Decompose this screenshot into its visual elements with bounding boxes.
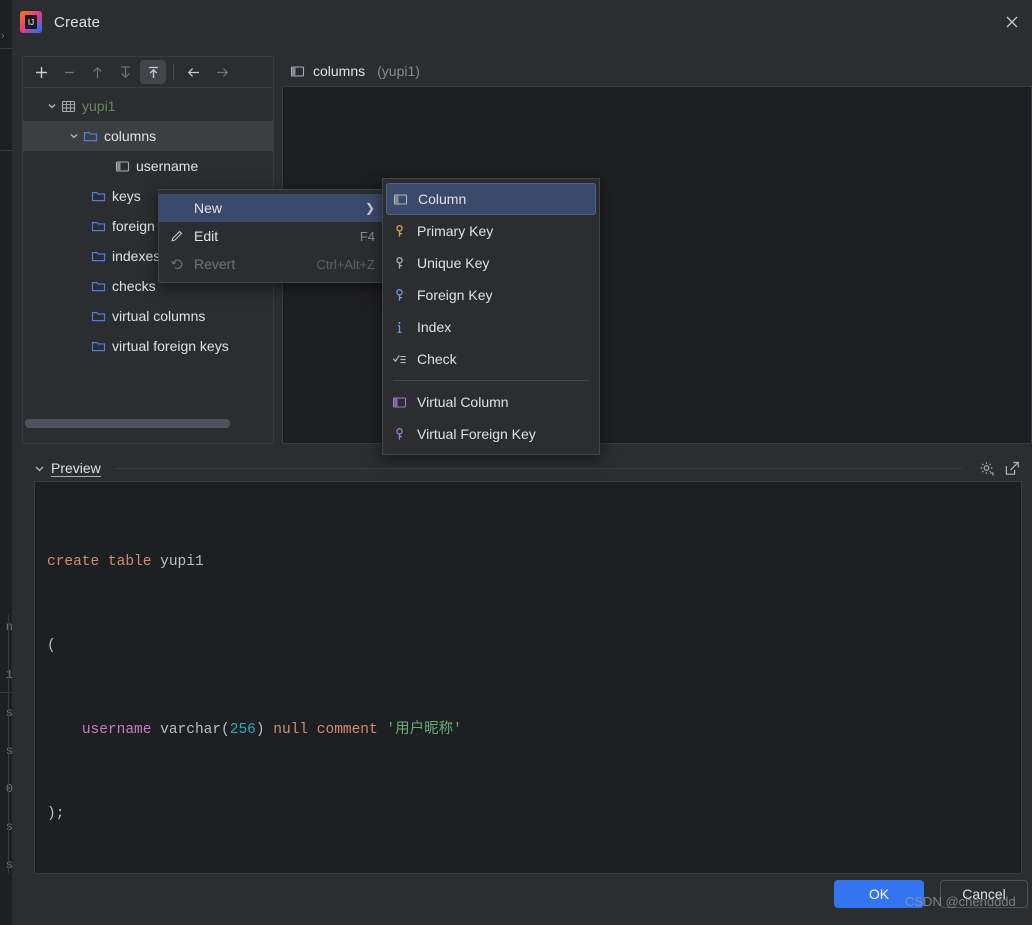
- forward-button[interactable]: [209, 60, 235, 84]
- menu-item-label: Edit: [194, 228, 219, 244]
- dialog-footer: OK Cancel: [12, 875, 1032, 925]
- preview-header: Preview: [34, 457, 1022, 479]
- revert-icon: [169, 257, 185, 271]
- folder-icon: [83, 129, 98, 144]
- folder-icon: [91, 189, 106, 204]
- submenu-item-label: Index: [417, 319, 452, 335]
- table-icon: [61, 99, 76, 114]
- toolbar-divider: [173, 64, 174, 80]
- tree-node-username[interactable]: username: [23, 151, 273, 181]
- tree-node-label: virtual foreign keys: [112, 338, 229, 354]
- unique-key-icon: [391, 256, 407, 271]
- tree-horizontal-scrollbar[interactable]: [23, 415, 273, 431]
- submenu-item-unique-key[interactable]: Unique Key: [383, 247, 599, 279]
- tree-node-label: keys: [112, 188, 141, 204]
- menu-item-revert[interactable]: Revert Ctrl+Alt+Z: [159, 250, 383, 278]
- remove-button[interactable]: [56, 60, 82, 84]
- close-icon[interactable]: [996, 6, 1028, 38]
- sql-line: );: [47, 806, 65, 822]
- cancel-button[interactable]: Cancel: [940, 880, 1028, 908]
- move-down-button[interactable]: [112, 60, 138, 84]
- folder-icon: [91, 309, 106, 324]
- tree-node-label: username: [136, 158, 199, 174]
- preview-title[interactable]: Preview: [51, 460, 101, 477]
- tree-node-label: yupi1: [82, 98, 116, 114]
- menu-item-label: Revert: [194, 256, 236, 272]
- preview-rule: [114, 467, 962, 469]
- index-icon: [391, 320, 407, 335]
- submenu-item-label: Foreign Key: [417, 287, 493, 303]
- virtual-column-icon: [391, 395, 407, 410]
- menu-item-edit[interactable]: Edit F4: [159, 222, 383, 250]
- submenu-item-label: Check: [417, 351, 457, 367]
- tree-node-columns[interactable]: columns: [23, 121, 273, 151]
- sql-preview-editor[interactable]: create table yupi1 ( username varchar(25…: [34, 481, 1022, 874]
- ide-expand-chevron-icon: ›: [1, 30, 5, 42]
- menu-item-shortcut: F4: [359, 228, 375, 244]
- submenu-item-label: Virtual Column: [417, 394, 509, 410]
- tree-node-label: checks: [112, 278, 156, 294]
- submenu-item-virtual-foreign-key[interactable]: Virtual Foreign Key: [383, 418, 599, 450]
- dialog-title: Create: [54, 13, 101, 31]
- menu-item-label: New: [194, 200, 223, 216]
- foreign-key-icon: [391, 288, 407, 303]
- tree-node-label: virtual columns: [112, 308, 206, 324]
- menu-item-shortcut: Ctrl+Alt+Z: [316, 256, 375, 272]
- dialog-main-content: yupi1 columns username keys foreign keys…: [22, 44, 1032, 455]
- chevron-down-icon[interactable]: [34, 463, 45, 474]
- folder-icon: [91, 279, 106, 294]
- new-object-submenu: Column Primary Key Unique Key Foreign Ke…: [382, 178, 600, 455]
- folder-icon: [91, 219, 106, 234]
- tree-node-label: columns: [104, 128, 157, 144]
- tree-node-virtual-foreign-keys[interactable]: virtual foreign keys: [23, 331, 273, 361]
- intellij-idea-logo-icon: IJ: [20, 11, 42, 33]
- folder-icon: [91, 339, 106, 354]
- chevron-right-icon: ❯: [364, 201, 375, 215]
- submenu-item-primary-key[interactable]: Primary Key: [383, 215, 599, 247]
- menu-item-new[interactable]: New ❯: [159, 194, 383, 222]
- chevron-down-icon[interactable]: [43, 101, 61, 111]
- folder-icon: [91, 249, 106, 264]
- move-up-button[interactable]: [84, 60, 110, 84]
- virtual-foreign-key-icon: [391, 427, 407, 442]
- primary-key-icon: [391, 224, 407, 239]
- sql-line: username varchar(256) null comment '用户昵称…: [81, 722, 462, 738]
- submenu-item-foreign-key[interactable]: Foreign Key: [383, 279, 599, 311]
- scrollbar-thumb[interactable]: [25, 418, 230, 428]
- pencil-icon: [169, 229, 185, 243]
- chevron-down-icon[interactable]: [65, 131, 83, 141]
- column-icon: [290, 64, 305, 79]
- tree-node-virtual-columns[interactable]: virtual columns: [23, 301, 273, 331]
- dialog-title-bar: IJ Create: [12, 0, 1032, 44]
- submenu-item-virtual-column[interactable]: Virtual Column: [383, 386, 599, 418]
- submenu-item-check[interactable]: Check: [383, 343, 599, 375]
- external-link-icon[interactable]: [1002, 458, 1022, 478]
- submenu-item-column[interactable]: Column: [386, 183, 596, 215]
- sql-line: create table yupi1: [47, 554, 204, 570]
- column-icon: [115, 159, 130, 174]
- detail-header: columns (yupi1): [282, 56, 1032, 86]
- submenu-item-index[interactable]: Index: [383, 311, 599, 343]
- check-constraint-icon: [391, 352, 407, 367]
- add-button[interactable]: [28, 60, 54, 84]
- sql-line: (: [47, 638, 56, 654]
- detail-title: columns: [313, 63, 366, 79]
- tree-toolbar: [23, 57, 273, 88]
- tree-node-yupi1[interactable]: yupi1: [23, 91, 273, 121]
- create-table-dialog: IJ Create yupi1 columns username keys fo…: [12, 0, 1032, 925]
- submenu-item-label: Column: [418, 191, 467, 207]
- submenu-item-label: Primary Key: [417, 223, 494, 239]
- back-button[interactable]: [181, 60, 207, 84]
- svg-text:IJ: IJ: [28, 18, 34, 27]
- tree-node-label: indexes: [112, 248, 161, 264]
- gear-icon[interactable]: [976, 458, 996, 478]
- submenu-item-label: Virtual Foreign Key: [417, 426, 536, 442]
- submenu-item-label: Unique Key: [417, 255, 490, 271]
- detail-owner: (yupi1): [377, 63, 420, 79]
- context-menu: New ❯ Edit F4 Revert Ctrl+Alt+Z: [158, 189, 384, 283]
- column-icon: [392, 192, 408, 207]
- submenu-divider: [393, 380, 589, 381]
- move-to-top-button[interactable]: [140, 60, 166, 84]
- ok-button[interactable]: OK: [834, 880, 924, 908]
